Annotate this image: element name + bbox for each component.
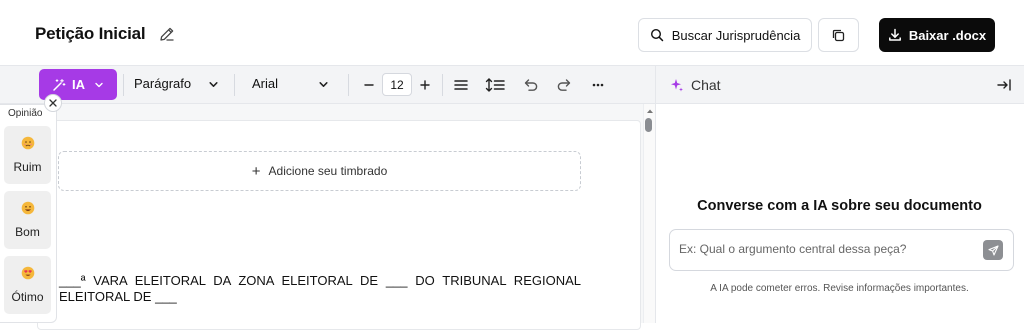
- download-icon: [888, 28, 901, 41]
- more-horizontal-icon: [592, 83, 604, 87]
- smile-face-icon: [21, 201, 34, 215]
- collapse-chat-button[interactable]: [996, 77, 1012, 93]
- line-spacing-button[interactable]: [484, 75, 506, 95]
- opinion-option-otimo[interactable]: Ótimo: [4, 256, 51, 314]
- font-family-select[interactable]: Arial: [252, 76, 332, 91]
- chevron-down-icon: [95, 82, 103, 87]
- toolbar-divider: [348, 74, 349, 96]
- opinion-option-bom[interactable]: Bom: [4, 191, 51, 249]
- send-button[interactable]: [983, 240, 1003, 260]
- opinion-option-ruim[interactable]: Ruim: [4, 126, 51, 184]
- redo-icon: [557, 79, 571, 91]
- plus-icon: [420, 80, 430, 90]
- opinion-label: Bom: [15, 225, 40, 239]
- document-text[interactable]: ___ª VARA ELEITORAL DA ZONA ELEITORAL DE…: [59, 273, 581, 305]
- toolbar-divider: [442, 74, 443, 96]
- increase-font-size-button[interactable]: [415, 75, 435, 95]
- close-icon: [49, 99, 57, 107]
- search-button-label: Buscar Jurisprudência: [671, 27, 801, 43]
- chevron-down-icon: [209, 82, 218, 87]
- minus-icon: [364, 84, 374, 86]
- opinion-title: Opinião: [8, 108, 43, 119]
- add-letterhead-label: Adicione seu timbrado: [268, 164, 388, 178]
- sad-face-icon: [21, 136, 34, 150]
- chat-input[interactable]: [679, 242, 969, 256]
- paragraph-style-value: Parágrafo: [134, 76, 192, 91]
- redo-button[interactable]: [554, 75, 574, 95]
- add-letterhead-button[interactable]: + Adicione seu timbrado: [58, 151, 581, 191]
- font-family-value: Arial: [252, 76, 279, 91]
- download-docx-button[interactable]: Baixar .docx: [879, 18, 995, 52]
- chat-headline: Converse com a IA sobre seu documento: [697, 198, 982, 214]
- ia-label: IA: [72, 77, 85, 92]
- undo-icon: [524, 79, 538, 91]
- font-size-input[interactable]: 12: [382, 73, 412, 96]
- search-icon: [650, 28, 663, 42]
- scrollbar[interactable]: [643, 104, 655, 323]
- opinion-label: Ruim: [13, 160, 42, 174]
- undo-button[interactable]: [521, 75, 541, 95]
- copy-button[interactable]: [818, 18, 859, 52]
- close-opinion-button[interactable]: [44, 94, 62, 112]
- chat-input-box[interactable]: [669, 229, 1014, 271]
- editor-toolbar: IA Parágrafo Arial 12: [0, 66, 655, 104]
- download-button-label: Baixar .docx: [908, 27, 987, 43]
- chat-title: Chat: [691, 77, 721, 93]
- toolbar-divider: [234, 74, 235, 96]
- plus-icon: +: [251, 162, 261, 180]
- search-jurisprudence-button[interactable]: Buscar Jurisprudência: [638, 18, 812, 52]
- app-header: Petição Inicial Buscar Jurisprudência Ba…: [0, 0, 1024, 66]
- opinion-label: Ótimo: [11, 290, 44, 304]
- sparkle-icon: [671, 79, 683, 92]
- more-options-button[interactable]: [588, 75, 608, 95]
- scroll-up-arrow-icon[interactable]: [646, 108, 654, 114]
- heart-eyes-face-icon: [21, 266, 34, 280]
- align-justify-button[interactable]: [451, 75, 471, 95]
- scrollbar-thumb[interactable]: [645, 118, 652, 132]
- magic-wand-icon: [53, 78, 66, 91]
- copy-icon: [832, 29, 845, 41]
- chat-header: Chat: [655, 66, 1024, 104]
- paragraph-style-select[interactable]: Parágrafo: [134, 76, 222, 91]
- pencil-icon[interactable]: [158, 25, 176, 43]
- line-spacing-icon: [485, 78, 505, 92]
- chat-disclaimer: A IA pode cometer erros. Revise informaç…: [710, 283, 969, 294]
- page-title: Petição Inicial: [35, 24, 146, 43]
- chevron-down-icon: [319, 82, 328, 87]
- align-justify-icon: [454, 80, 468, 90]
- decrease-font-size-button[interactable]: [359, 75, 379, 95]
- toolbar-divider: [123, 74, 124, 96]
- send-icon: [987, 244, 999, 256]
- arrow-right-to-line-icon: [997, 79, 1011, 91]
